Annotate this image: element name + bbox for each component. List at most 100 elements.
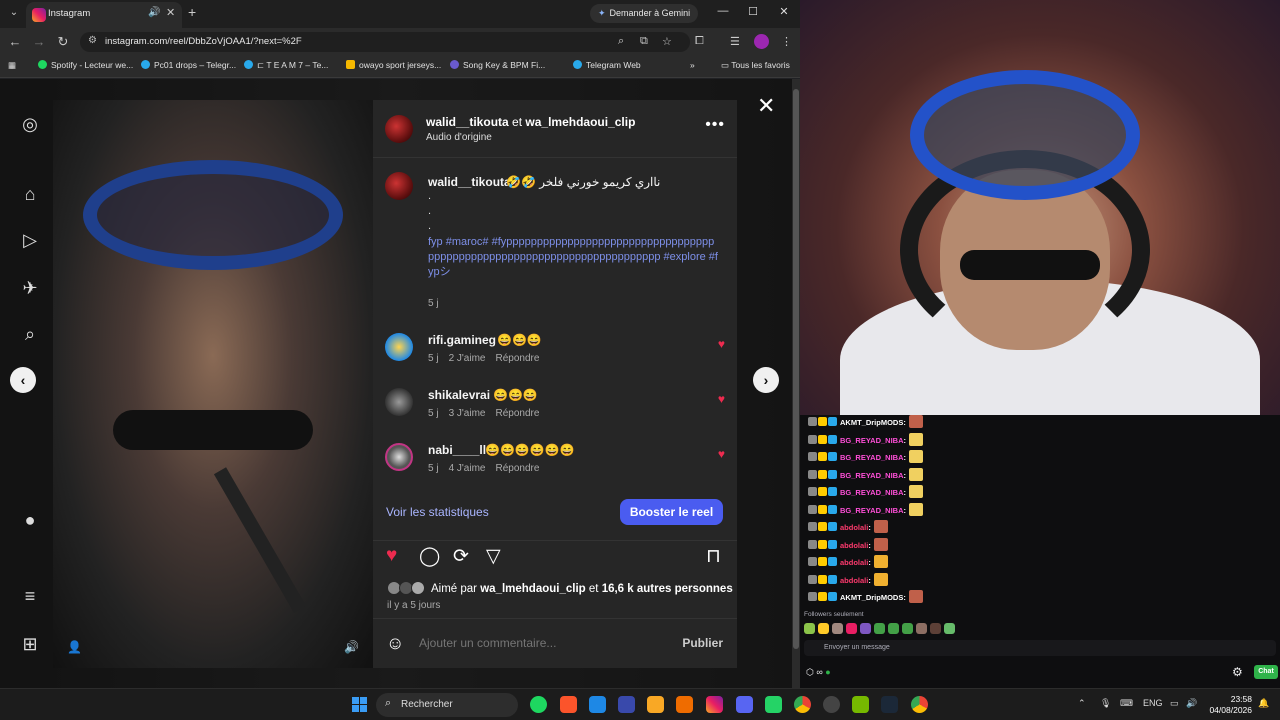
avatar[interactable]: [385, 115, 413, 143]
notifications-icon[interactable]: 🔔: [1258, 698, 1269, 709]
emote-icon[interactable]: [832, 623, 843, 634]
author-2[interactable]: wa_lmehdaoui_clip: [525, 115, 635, 129]
tab-search-icon[interactable]: ⌄: [6, 5, 22, 21]
apps-grid-icon[interactable]: ⊞: [18, 632, 42, 656]
site-info-icon[interactable]: ⚙: [88, 35, 97, 46]
all-favorites[interactable]: ▭ Tous les favoris: [721, 60, 790, 71]
url-text[interactable]: instagram.com/reel/DbbZoVjOAA1/?next=%2F: [105, 36, 302, 47]
comment-likes[interactable]: 2 J'aime: [449, 353, 486, 364]
comment-heart-icon[interactable]: ♥: [718, 392, 725, 406]
share-icon[interactable]: ▽: [486, 545, 501, 568]
emote-icon[interactable]: [818, 623, 829, 634]
address-bar[interactable]: ⚙ instagram.com/reel/DbbZoVjOAA1/?next=%…: [80, 32, 690, 52]
emote-icon[interactable]: [888, 623, 899, 634]
reels-icon[interactable]: ▷: [18, 228, 42, 252]
comment-heart-icon[interactable]: ♥: [718, 447, 725, 461]
caption-username[interactable]: walid__tikouta: [428, 175, 511, 189]
messages-icon[interactable]: ✈: [18, 276, 42, 300]
nvidia-app-icon[interactable]: [852, 696, 869, 713]
chat-username[interactable]: BG_REYAD_NIBA: [840, 471, 904, 480]
comment-avatar[interactable]: [385, 388, 413, 416]
reel-video[interactable]: 👤 🔊: [53, 100, 373, 668]
close-modal-icon[interactable]: ✕: [757, 93, 775, 119]
comment-username[interactable]: shikalevrai: [428, 388, 490, 402]
author-1[interactable]: walid__tikouta: [426, 115, 509, 129]
chat-username[interactable]: abdolali: [840, 541, 868, 550]
comment-likes[interactable]: 4 J'aime: [449, 463, 486, 474]
network-icon[interactable]: ▭: [1170, 698, 1179, 709]
caption-avatar[interactable]: [385, 172, 413, 200]
profile-icon[interactable]: ●: [18, 508, 42, 532]
scroll-thumb[interactable]: [793, 89, 799, 649]
liked-by-text[interactable]: Aimé par wa_lmehdaoui_clip et 16,6 k aut…: [431, 583, 733, 595]
emote-icon[interactable]: [916, 623, 927, 634]
brave-app-icon[interactable]: [560, 696, 577, 713]
bookmark-songkey[interactable]: Song Key & BPM Fi...: [450, 60, 545, 70]
caption-hashtags[interactable]: fyp #maroc# #fyppppppppppppppppppppppppp…: [428, 235, 718, 280]
bookmark-telegram-web[interactable]: Telegram Web: [573, 60, 641, 70]
instagram-logo-icon[interactable]: ◎: [18, 112, 42, 136]
emote-icon[interactable]: [930, 623, 941, 634]
emote-icon[interactable]: [804, 623, 815, 634]
bookmark-team7[interactable]: ⊏ T E A M 7 – Te...: [244, 60, 328, 71]
volume-icon[interactable]: 🔊: [1186, 698, 1197, 709]
bookmark-star-icon[interactable]: ☆: [662, 35, 672, 48]
liked-by-user[interactable]: wa_lmehdaoui_clip: [480, 583, 585, 595]
chat-username[interactable]: AKMT_DripMODS: [840, 593, 903, 602]
comment-input[interactable]: [419, 636, 659, 650]
minimize-icon[interactable]: —: [716, 5, 730, 17]
chat-username[interactable]: BG_REYAD_NIBA: [840, 506, 904, 515]
chat-settings-icon[interactable]: ⚙: [1232, 665, 1243, 679]
tab-close-icon[interactable]: ✕: [166, 6, 175, 19]
window-close-icon[interactable]: ✕: [777, 5, 791, 18]
language-indicator[interactable]: ENG: [1143, 698, 1163, 708]
store-app-icon[interactable]: [618, 696, 635, 713]
search-icon[interactable]: ⌕: [18, 322, 42, 346]
tray-overflow-icon[interactable]: ⌃: [1078, 698, 1086, 709]
comment-username[interactable]: rifi.gamineg: [428, 333, 496, 347]
instagram-app-icon[interactable]: [706, 696, 723, 713]
next-arrow-icon[interactable]: ›: [753, 367, 779, 393]
extensions-icon[interactable]: ⧠: [695, 35, 704, 48]
apps-icon[interactable]: ▦: [8, 60, 16, 71]
zoom-icon[interactable]: ⌕: [618, 35, 624, 48]
bookmark-spotify[interactable]: Spotify - Lecteur we...: [38, 60, 133, 70]
windows-start-icon[interactable]: [352, 697, 368, 713]
comment-likes[interactable]: 3 J'aime: [449, 408, 486, 419]
chat-username[interactable]: BG_REYAD_NIBA: [840, 436, 904, 445]
chat-username[interactable]: abdolali: [840, 523, 868, 532]
emote-icon[interactable]: [874, 623, 885, 634]
reply-button[interactable]: Répondre: [496, 408, 540, 419]
spotify-app-icon[interactable]: [530, 696, 547, 713]
chat-username[interactable]: abdolali: [840, 576, 868, 585]
steam-app-icon[interactable]: [881, 696, 898, 713]
comment-avatar[interactable]: [385, 443, 413, 471]
chat-points-icon[interactable]: ⬡ ∞ ●: [806, 667, 831, 678]
publish-button[interactable]: Publier: [682, 636, 723, 650]
audio-label[interactable]: Audio d'origine: [426, 132, 492, 143]
profile-avatar[interactable]: [754, 34, 769, 49]
whatsapp-app-icon[interactable]: [765, 696, 782, 713]
menu-icon[interactable]: ⋮: [781, 35, 792, 48]
chat-username[interactable]: BG_REYAD_NIBA: [840, 453, 904, 462]
comment-username[interactable]: nabi____ll: [428, 443, 486, 457]
previous-arrow-icon[interactable]: ‹: [10, 367, 36, 393]
more-bookmarks-icon[interactable]: »: [690, 60, 695, 70]
comment-avatar[interactable]: [385, 333, 413, 361]
more-options-icon[interactable]: •••: [705, 116, 725, 134]
discord-app-icon[interactable]: [736, 696, 753, 713]
new-tab-icon[interactable]: +: [188, 4, 196, 20]
settings-app-icon[interactable]: [823, 696, 840, 713]
emote-icon[interactable]: [902, 623, 913, 634]
view-stats-link[interactable]: Voir les statistiques: [386, 505, 489, 519]
chat-username[interactable]: abdolali: [840, 558, 868, 567]
page-scrollbar[interactable]: [792, 79, 800, 688]
back-icon[interactable]: ←: [7, 34, 23, 49]
more-menu-icon[interactable]: ≡: [18, 584, 42, 608]
emote-icon[interactable]: [846, 623, 857, 634]
chat-username[interactable]: BG_REYAD_NIBA: [840, 488, 904, 497]
bookmark-pc01[interactable]: Pc01 drops – Telegr...: [141, 60, 236, 70]
liked-by-others[interactable]: 16,6 k autres personnes: [602, 583, 733, 595]
install-icon[interactable]: ⧉: [640, 35, 648, 48]
chat-message-input[interactable]: Envoyer un message: [804, 640, 1276, 656]
